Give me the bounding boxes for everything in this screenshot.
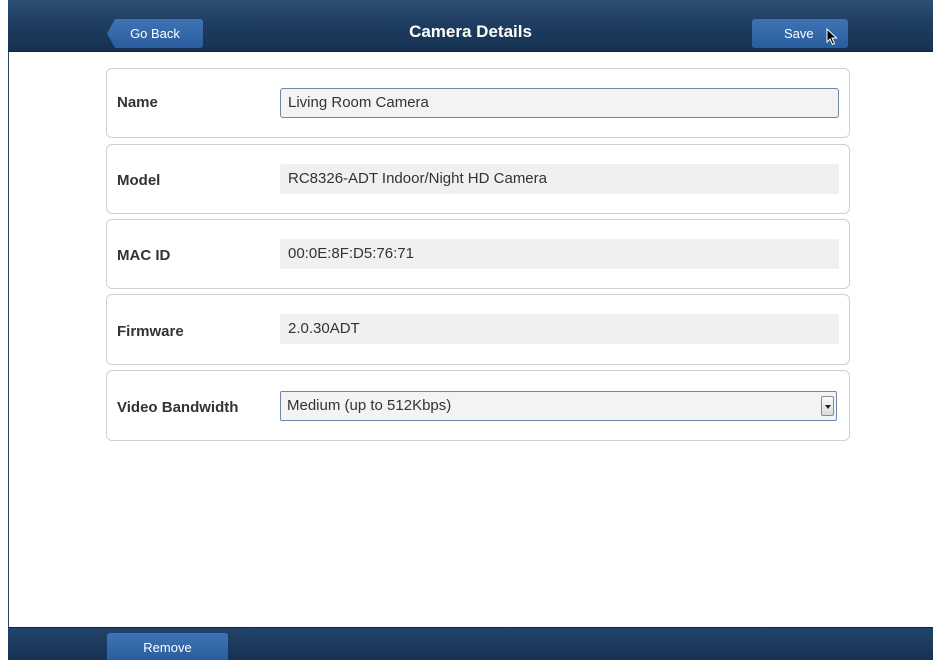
model-row: Model RC8326-ADT Indoor/Night HD Camera — [106, 144, 850, 214]
mac-id-label: MAC ID — [117, 247, 171, 264]
mac-id-row: MAC ID 00:0E:8F:D5:76:71 — [106, 219, 850, 289]
model-value: RC8326-ADT Indoor/Night HD Camera — [280, 164, 839, 194]
video-bandwidth-select[interactable]: Medium (up to 512Kbps) — [280, 391, 837, 421]
video-bandwidth-selected-value: Medium (up to 512Kbps) — [287, 397, 452, 414]
firmware-value: 2.0.30ADT — [280, 314, 839, 344]
name-input[interactable]: Living Room Camera — [280, 88, 839, 118]
model-label: Model — [117, 172, 161, 189]
go-back-button[interactable]: Go Back — [107, 19, 203, 48]
remove-button[interactable]: Remove — [107, 633, 228, 660]
video-bandwidth-label: Video Bandwidth — [117, 399, 239, 416]
mac-id-value: 00:0E:8F:D5:76:71 — [280, 239, 839, 269]
video-bandwidth-row: Video Bandwidth Medium (up to 512Kbps) — [106, 370, 850, 441]
mouse-pointer-icon — [826, 28, 838, 46]
name-label: Name — [117, 94, 158, 111]
firmware-row: Firmware 2.0.30ADT — [106, 294, 850, 365]
firmware-label: Firmware — [117, 323, 184, 340]
chevron-down-icon[interactable] — [821, 396, 834, 416]
name-row: Name Living Room Camera — [106, 68, 850, 138]
